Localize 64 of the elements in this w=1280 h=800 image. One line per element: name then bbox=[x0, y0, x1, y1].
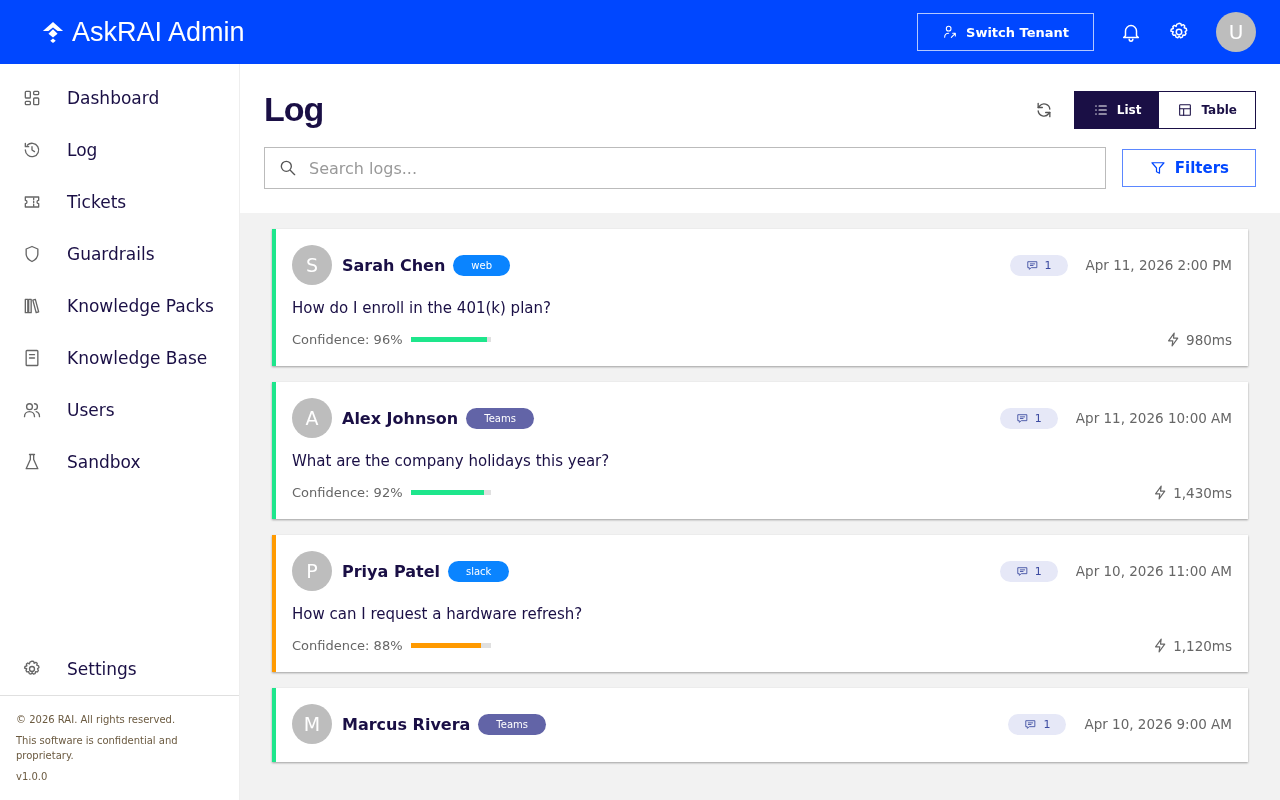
user-name: Sarah Chen bbox=[342, 255, 446, 275]
page-title: Log bbox=[264, 90, 325, 129]
sidebar-item[interactable]: Guardrails bbox=[0, 228, 239, 280]
channel-tag: Teams bbox=[478, 713, 546, 735]
user-name: Alex Johnson bbox=[342, 408, 459, 428]
user-avatar: M bbox=[292, 704, 332, 744]
books-icon bbox=[22, 296, 42, 316]
sidebar-item[interactable]: Sandbox bbox=[0, 436, 239, 488]
sidebar-item[interactable]: Tickets bbox=[0, 176, 239, 228]
user-name: Marcus Rivera bbox=[342, 714, 471, 734]
log-card[interactable]: P Priya Patel slack 1 Apr 10, 2026 11:00 AM How can I request a hardware refresh? Confidence: 88% 1,120ms bbox=[272, 535, 1248, 672]
settings-item[interactable]: Settings bbox=[0, 643, 239, 695]
sidebar-item[interactable]: Dashboard bbox=[0, 72, 239, 124]
sidebar-item[interactable]: Knowledge Base bbox=[0, 332, 239, 384]
log-card[interactable]: A Alex Johnson Teams 1 Apr 11, 2026 10:00 AM What are the company holidays this year? Confidence: 92% 1,430ms bbox=[272, 382, 1248, 519]
timestamp: Apr 11, 2026 2:00 PM bbox=[1085, 257, 1232, 273]
user-name: Priya Patel bbox=[342, 561, 440, 581]
comment-icon bbox=[1024, 717, 1038, 731]
logo-icon bbox=[42, 21, 64, 43]
confidence-label: Confidence: 92% bbox=[292, 485, 403, 500]
confidence-label: Confidence: 96% bbox=[292, 332, 403, 347]
comment-icon bbox=[1015, 411, 1029, 425]
user-avatar: S bbox=[292, 245, 332, 285]
timestamp: Apr 11, 2026 10:00 AM bbox=[1075, 410, 1232, 426]
channel-tag: web bbox=[453, 254, 511, 276]
switch-tenant-button[interactable]: Switch Tenant bbox=[917, 13, 1094, 51]
question-text: What are the company holidays this year? bbox=[292, 452, 611, 470]
comment-count: 1 bbox=[999, 407, 1058, 429]
comment-count: 1 bbox=[1008, 713, 1067, 735]
user-switch-icon bbox=[942, 24, 958, 40]
footer-text: © 2026 RAI. All rights reserved. bbox=[16, 713, 177, 727]
comment-icon bbox=[1025, 258, 1039, 272]
timestamp: Apr 10, 2026 11:00 AM bbox=[1075, 563, 1232, 579]
search-field[interactable]: Search logs... bbox=[264, 147, 1106, 189]
latency: 1,430ms bbox=[1173, 484, 1232, 501]
app-title: AskRAI Admin bbox=[72, 16, 245, 48]
user-avatar: P bbox=[292, 551, 332, 591]
table-icon bbox=[1177, 101, 1194, 118]
channel-tag: Teams bbox=[466, 407, 534, 429]
sidebar-item[interactable]: Users bbox=[0, 384, 239, 436]
latency: 980ms bbox=[1186, 331, 1232, 348]
channel-tag: slack bbox=[448, 560, 510, 582]
grid-icon bbox=[22, 88, 42, 108]
sidebar-item[interactable]: Log bbox=[0, 124, 239, 176]
history-icon bbox=[22, 140, 42, 160]
comment-count: 1 bbox=[1009, 254, 1068, 276]
footer-text: This software is confidential and proprietary. bbox=[16, 734, 179, 763]
latency: 1,120ms bbox=[1173, 637, 1232, 654]
footer-text: v1.0.0 bbox=[16, 770, 49, 784]
timestamp: Apr 10, 2026 9:00 AM bbox=[1084, 716, 1232, 732]
user-avatar: A bbox=[292, 398, 332, 438]
log-card[interactable]: S Sarah Chen web 1 Apr 11, 2026 2:00 PM How do I enroll in the 401(k) plan? Confidence: 96% 980ms bbox=[272, 229, 1248, 366]
log-card[interactable]: M Marcus Rivera Teams 1 Apr 10, 2026 9:00 AM bbox=[272, 688, 1248, 762]
sidebar-item[interactable]: Knowledge Packs bbox=[0, 280, 239, 332]
users-icon bbox=[22, 400, 42, 420]
confidence-label: Confidence: 88% bbox=[292, 638, 403, 653]
question-text: How can I request a hardware refresh? bbox=[292, 605, 584, 623]
filter-icon bbox=[1148, 159, 1167, 177]
search-icon bbox=[278, 158, 298, 178]
view-tab[interactable]: List bbox=[1074, 91, 1160, 128]
comment-icon bbox=[1015, 564, 1029, 578]
filters-button[interactable]: Filters bbox=[1121, 149, 1256, 187]
question-text: How do I enroll in the 401(k) plan? bbox=[292, 299, 552, 317]
comment-count: 1 bbox=[999, 560, 1058, 582]
